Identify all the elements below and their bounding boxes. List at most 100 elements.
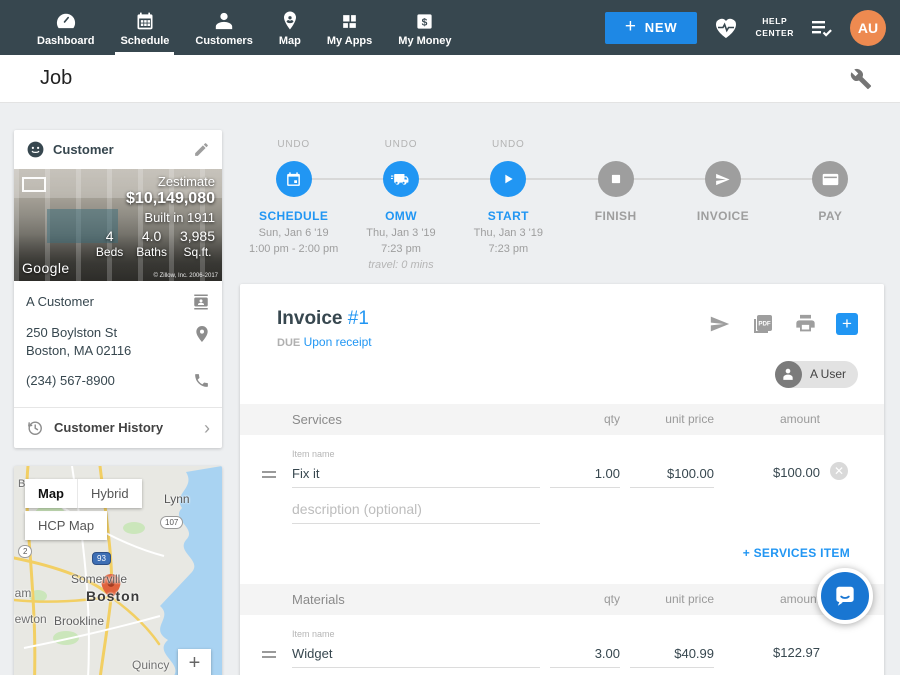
remove-service-item-button[interactable]: ✕ [830, 462, 848, 480]
map-pin-icon [281, 9, 299, 31]
user-avatar[interactable]: AU [850, 10, 886, 46]
activity-list-icon[interactable] [810, 18, 834, 38]
add-service-row: + SERVICES ITEM [240, 524, 884, 580]
help-center-link[interactable]: HELP CENTER [755, 16, 794, 38]
timeline-step-invoice: INVOICE [669, 139, 776, 274]
plus-icon: + [625, 16, 637, 38]
nav-my-apps-label: My Apps [327, 35, 372, 47]
services-header-band: Services qty unit price amount [240, 404, 884, 435]
beds-stat: 4 Beds [96, 228, 123, 259]
job-timeline: UNDO SCHEDULE Sun, Jan 6 '19 1:00 pm - 2… [240, 139, 884, 274]
service-amount: $100.00 [724, 465, 820, 488]
assignee-name: A User [810, 367, 846, 381]
service-name-input[interactable] [292, 462, 540, 488]
health-heart-icon[interactable] [713, 16, 739, 40]
svg-text:$: $ [422, 17, 428, 28]
property-stats: 4 Beds 4.0 Baths 3,985 Sq.ft. [96, 228, 215, 259]
customer-history-row[interactable]: Customer History › [14, 408, 222, 448]
map-label-quincy: Quincy [132, 658, 169, 672]
customer-address-row: 250 Boylston St Boston, MA 02116 [26, 324, 210, 359]
finish-stop-icon[interactable] [598, 161, 634, 197]
customer-face-icon [26, 140, 45, 159]
built-year: Built in 1911 [96, 210, 215, 225]
omw-truck-icon[interactable] [383, 161, 419, 197]
print-icon[interactable] [794, 313, 817, 335]
add-services-item-link[interactable]: + SERVICES ITEM [743, 546, 850, 560]
job-tools-icon[interactable] [850, 68, 872, 90]
timeline-step-schedule: UNDO SCHEDULE Sun, Jan 6 '19 1:00 pm - 2… [240, 139, 347, 274]
top-nav-bar: Dashboard Schedule Customers Map My Apps [0, 0, 900, 55]
left-sidebar: Customer Zestimate $10,149,080 Built in … [14, 130, 222, 675]
map-type-map-button[interactable]: Map [25, 479, 77, 508]
schedule-step-icon[interactable] [276, 161, 312, 197]
service-description-input[interactable] [292, 498, 540, 524]
location-pin-icon[interactable] [194, 324, 210, 344]
drag-handle[interactable] [256, 471, 282, 488]
invoice-send-icon[interactable] [705, 161, 741, 197]
service-qty-input[interactable] [550, 462, 620, 488]
col-amount: amount [724, 412, 820, 426]
route-107-shield: 107 [160, 516, 183, 529]
map-label-somerville: Somerville [71, 572, 127, 586]
service-price-input[interactable] [630, 462, 714, 488]
photo-copyright: © Zillow, Inc. 2006-2017 [154, 273, 218, 279]
google-watermark: Google [22, 260, 70, 276]
invoice-card: Invoice #1 DUE Upon receipt PDF [240, 284, 884, 675]
map-type-hybrid-button[interactable]: Hybrid [77, 479, 142, 508]
phone-icon[interactable] [193, 372, 210, 389]
map-widget[interactable]: Burlington Lynn 107 2 93 Somerville ham … [14, 466, 222, 675]
chevron-right-icon: › [204, 419, 210, 437]
map-type-buttons: Map Hybrid [25, 479, 142, 508]
services-title: Services [292, 412, 540, 427]
map-label-newton: Newton [14, 612, 47, 626]
start-play-icon[interactable] [490, 161, 526, 197]
assignee-row: A User [240, 349, 884, 404]
customer-contact-info: A Customer 250 Boylston St Boston, MA 02… [14, 281, 222, 407]
material-qty-input[interactable] [550, 642, 620, 668]
add-invoice-button[interactable]: + [836, 313, 858, 335]
assignee-chip[interactable]: A User [775, 361, 858, 388]
send-invoice-icon[interactable] [708, 313, 732, 335]
customer-card: Customer Zestimate $10,149,080 Built in … [14, 130, 222, 448]
nav-schedule[interactable]: Schedule [107, 0, 182, 55]
hcp-map-button[interactable]: HCP Map [25, 511, 107, 540]
material-price-input[interactable] [630, 642, 714, 668]
nav-dashboard[interactable]: Dashboard [24, 0, 107, 55]
route-2-shield: 2 [18, 545, 32, 558]
streetview-expand-icon[interactable] [22, 177, 46, 192]
chat-support-button[interactable] [817, 568, 873, 624]
nav-map[interactable]: Map [266, 0, 314, 55]
edit-pencil-icon[interactable] [193, 141, 210, 158]
map-label-lynn: Lynn [164, 492, 190, 506]
pdf-icon[interactable]: PDF [751, 312, 775, 336]
new-button[interactable]: + NEW [605, 12, 698, 44]
drag-handle[interactable] [256, 651, 282, 668]
chat-bubble-icon [832, 583, 858, 609]
due-terms-link[interactable]: Upon receipt [304, 335, 372, 349]
topbar-right: + NEW HELP CENTER AU [605, 0, 900, 55]
material-name-input[interactable] [292, 642, 540, 668]
page-header: Job [0, 55, 900, 103]
undo-schedule-button[interactable]: UNDO [277, 139, 310, 161]
customer-card-header: Customer [14, 130, 222, 169]
undo-omw-button[interactable]: UNDO [385, 139, 418, 161]
nav-my-money[interactable]: $ My Money [385, 0, 464, 55]
item-name-label: Item name [292, 449, 540, 459]
contact-card-icon[interactable] [192, 293, 210, 311]
map-zoom-in-button[interactable]: + [178, 649, 211, 675]
map-label-boston: Boston [86, 588, 140, 604]
customer-phone: (234) 567-8900 [26, 372, 115, 390]
property-photo: Zestimate $10,149,080 Built in 1911 4 Be… [14, 169, 222, 281]
nav-customers-label: Customers [195, 35, 252, 47]
nav-my-apps[interactable]: My Apps [314, 0, 385, 55]
zestimate-label: Zestimate [96, 174, 215, 189]
help-center-line1: HELP [755, 16, 794, 27]
materials-title: Materials [292, 592, 540, 607]
new-button-label: NEW [645, 20, 678, 35]
pay-card-icon[interactable] [812, 161, 848, 197]
service-item-row: Item name $100.00 ✕ [240, 449, 884, 488]
nav-customers[interactable]: Customers [182, 0, 265, 55]
undo-start-button[interactable]: UNDO [492, 139, 525, 161]
page-content: Customer Zestimate $10,149,080 Built in … [0, 103, 900, 675]
timeline-step-start: UNDO START Thu, Jan 3 '19 7:23 pm [455, 139, 562, 274]
